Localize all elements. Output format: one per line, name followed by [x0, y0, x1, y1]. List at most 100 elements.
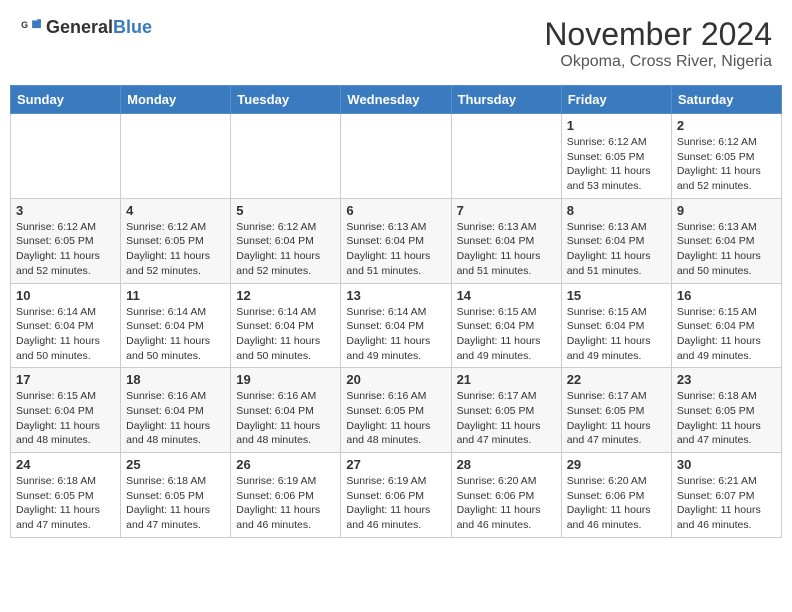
calendar-header-monday: Monday — [121, 86, 231, 114]
calendar-cell: 12Sunrise: 6:14 AM Sunset: 6:04 PM Dayli… — [231, 283, 341, 368]
day-info: Sunrise: 6:18 AM Sunset: 6:05 PM Dayligh… — [677, 389, 776, 448]
day-number: 3 — [16, 203, 115, 218]
day-info: Sunrise: 6:14 AM Sunset: 6:04 PM Dayligh… — [346, 305, 445, 364]
day-info: Sunrise: 6:16 AM Sunset: 6:04 PM Dayligh… — [236, 389, 335, 448]
day-number: 13 — [346, 288, 445, 303]
calendar-cell: 28 Sunrise: 6:20 AM Sunset: 6:06 PM Dayli… — [451, 453, 561, 538]
calendar-cell: 5 Sunrise: 6:12 AM Sunset: 6:04 PM Daylig… — [231, 198, 341, 283]
day-info: Sunrise: 6:15 AM Sunset: 6:04 PM Dayligh… — [16, 389, 115, 448]
calendar-cell: 18 Sunrise: 6:16 AM Sunset: 6:04 PM Dayli… — [121, 368, 231, 453]
day-info: Sunrise: 6:17 AM Sunset: 6:05 PM Dayligh… — [457, 389, 556, 448]
calendar-cell: 27 Sunrise: 6:19 AM Sunset: 6:06 PM Dayli… — [341, 453, 451, 538]
location-title: Okpoma, Cross River, Nigeria — [544, 53, 772, 71]
day-info: Sunrise: 6:15 AM Sunset: 6:04 PM Dayligh… — [677, 305, 776, 364]
day-number: 24 — [16, 457, 115, 472]
calendar-header-friday: Friday — [561, 86, 671, 114]
day-number: 25 — [126, 457, 225, 472]
month-title: November 2024 — [544, 16, 772, 53]
calendar-header-saturday: Saturday — [671, 86, 781, 114]
calendar-cell — [231, 114, 341, 199]
title-section: November 2024 Okpoma, Cross River, Niger… — [544, 16, 772, 71]
calendar-cell: 8 Sunrise: 6:13 AM Sunset: 6:04 PM Daylig… — [561, 198, 671, 283]
calendar-header-tuesday: Tuesday — [231, 86, 341, 114]
calendar-cell: 20Sunrise: 6:16 AM Sunset: 6:05 PM Dayli… — [341, 368, 451, 453]
generalblue-logo-icon: G — [20, 16, 42, 38]
day-number: 7 — [457, 203, 556, 218]
calendar-week-row: 24 Sunrise: 6:18 AM Sunset: 6:05 PM Dayli… — [11, 453, 782, 538]
calendar-cell — [451, 114, 561, 199]
day-info: Sunrise: 6:17 AM Sunset: 6:05 PM Dayligh… — [567, 389, 666, 448]
calendar-cell: 17Sunrise: 6:15 AM Sunset: 6:04 PM Dayli… — [11, 368, 121, 453]
calendar-header-wednesday: Wednesday — [341, 86, 451, 114]
logo-blue-text: Blue — [113, 17, 152, 37]
day-info: Sunrise: 6:13 AM Sunset: 6:04 PM Dayligh… — [346, 220, 445, 279]
calendar-table: SundayMondayTuesdayWednesdayThursdayFrid… — [10, 85, 782, 538]
day-info: Sunrise: 6:14 AM Sunset: 6:04 PM Dayligh… — [126, 305, 225, 364]
page-header: G GeneralBlue November 2024 Okpoma, Cros… — [10, 10, 782, 77]
calendar-cell: 10Sunrise: 6:14 AM Sunset: 6:04 PM Dayli… — [11, 283, 121, 368]
day-info: Sunrise: 6:13 AM Sunset: 6:04 PM Dayligh… — [567, 220, 666, 279]
day-number: 30 — [677, 457, 776, 472]
day-number: 10 — [16, 288, 115, 303]
calendar-cell: 22 Sunrise: 6:17 AM Sunset: 6:05 PM Dayli… — [561, 368, 671, 453]
calendar-cell: 19 Sunrise: 6:16 AM Sunset: 6:04 PM Dayli… — [231, 368, 341, 453]
day-info: Sunrise: 6:13 AM Sunset: 6:04 PM Dayligh… — [677, 220, 776, 279]
day-info: Sunrise: 6:19 AM Sunset: 6:06 PM Dayligh… — [346, 474, 445, 533]
calendar-cell — [341, 114, 451, 199]
day-info: Sunrise: 6:20 AM Sunset: 6:06 PM Dayligh… — [567, 474, 666, 533]
day-number: 22 — [567, 372, 666, 387]
calendar-cell — [11, 114, 121, 199]
calendar-cell: 23 Sunrise: 6:18 AM Sunset: 6:05 PM Dayli… — [671, 368, 781, 453]
calendar-cell: 3 Sunrise: 6:12 AM Sunset: 6:05 PM Daylig… — [11, 198, 121, 283]
day-info: Sunrise: 6:12 AM Sunset: 6:04 PM Dayligh… — [236, 220, 335, 279]
logo: G GeneralBlue — [20, 16, 152, 38]
calendar-cell: 16 Sunrise: 6:15 AM Sunset: 6:04 PM Dayli… — [671, 283, 781, 368]
calendar-week-row: 1 Sunrise: 6:12 AM Sunset: 6:05 PM Daylig… — [11, 114, 782, 199]
day-info: Sunrise: 6:18 AM Sunset: 6:05 PM Dayligh… — [126, 474, 225, 533]
day-info: Sunrise: 6:20 AM Sunset: 6:06 PM Dayligh… — [457, 474, 556, 533]
day-info: Sunrise: 6:16 AM Sunset: 6:04 PM Dayligh… — [126, 389, 225, 448]
day-info: Sunrise: 6:12 AM Sunset: 6:05 PM Dayligh… — [16, 220, 115, 279]
calendar-cell: 25 Sunrise: 6:18 AM Sunset: 6:05 PM Dayli… — [121, 453, 231, 538]
day-info: Sunrise: 6:13 AM Sunset: 6:04 PM Dayligh… — [457, 220, 556, 279]
day-info: Sunrise: 6:12 AM Sunset: 6:05 PM Dayligh… — [126, 220, 225, 279]
day-number: 5 — [236, 203, 335, 218]
calendar-cell: 30 Sunrise: 6:21 AM Sunset: 6:07 PM Dayli… — [671, 453, 781, 538]
day-number: 2 — [677, 118, 776, 133]
day-number: 23 — [677, 372, 776, 387]
day-number: 20 — [346, 372, 445, 387]
calendar-week-row: 10 Sunrise: 6:14 AM Sunset: 6:04 PM Dayli… — [11, 283, 782, 368]
day-number: 16 — [677, 288, 776, 303]
calendar-week-row: 3 Sunrise: 6:12 AM Sunset: 6:05 PM Daylig… — [11, 198, 782, 283]
calendar-cell: 11Sunrise: 6:14 AM Sunset: 6:04 PM Dayli… — [121, 283, 231, 368]
day-number: 29 — [567, 457, 666, 472]
day-info: Sunrise: 6:15 AM Sunset: 6:04 PM Dayligh… — [457, 305, 556, 364]
day-info: Sunrise: 6:21 AM Sunset: 6:07 PM Dayligh… — [677, 474, 776, 533]
calendar-week-row: 17Sunrise: 6:15 AM Sunset: 6:04 PM Dayli… — [11, 368, 782, 453]
day-number: 8 — [567, 203, 666, 218]
calendar-cell: 21Sunrise: 6:17 AM Sunset: 6:05 PM Dayli… — [451, 368, 561, 453]
calendar-cell: 15Sunrise: 6:15 AM Sunset: 6:04 PM Dayli… — [561, 283, 671, 368]
calendar-cell: 9 Sunrise: 6:13 AM Sunset: 6:04 PM Daylig… — [671, 198, 781, 283]
day-number: 18 — [126, 372, 225, 387]
day-number: 1 — [567, 118, 666, 133]
calendar-cell: 7 Sunrise: 6:13 AM Sunset: 6:04 PM Daylig… — [451, 198, 561, 283]
day-info: Sunrise: 6:12 AM Sunset: 6:05 PM Dayligh… — [567, 135, 666, 194]
day-number: 6 — [346, 203, 445, 218]
day-number: 19 — [236, 372, 335, 387]
day-info: Sunrise: 6:15 AM Sunset: 6:04 PM Dayligh… — [567, 305, 666, 364]
day-number: 9 — [677, 203, 776, 218]
calendar-cell — [121, 114, 231, 199]
day-number: 26 — [236, 457, 335, 472]
day-number: 27 — [346, 457, 445, 472]
day-number: 4 — [126, 203, 225, 218]
calendar-header-row: SundayMondayTuesdayWednesdayThursdayFrid… — [11, 86, 782, 114]
day-number: 28 — [457, 457, 556, 472]
svg-text:G: G — [21, 20, 28, 30]
day-info: Sunrise: 6:18 AM Sunset: 6:05 PM Dayligh… — [16, 474, 115, 533]
calendar-cell: 24 Sunrise: 6:18 AM Sunset: 6:05 PM Dayli… — [11, 453, 121, 538]
calendar-header-thursday: Thursday — [451, 86, 561, 114]
calendar-cell: 2Sunrise: 6:12 AM Sunset: 6:05 PM Daylig… — [671, 114, 781, 199]
calendar-cell: 1 Sunrise: 6:12 AM Sunset: 6:05 PM Daylig… — [561, 114, 671, 199]
calendar-cell: 4 Sunrise: 6:12 AM Sunset: 6:05 PM Daylig… — [121, 198, 231, 283]
